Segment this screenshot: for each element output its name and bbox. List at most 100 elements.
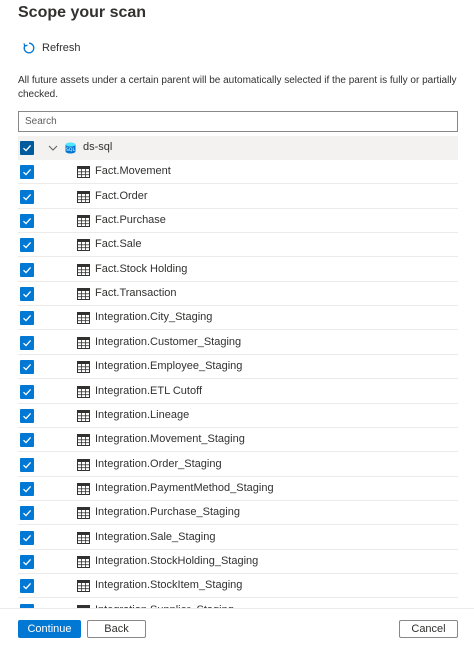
checkmark-icon: [23, 558, 32, 566]
checkmark-icon: [23, 266, 32, 274]
tree-root-label: ds-sql: [83, 141, 113, 153]
refresh-icon: [23, 42, 35, 54]
table-icon: [77, 531, 90, 544]
refresh-button[interactable]: Refresh: [22, 40, 81, 56]
item-checkbox[interactable]: [20, 262, 34, 277]
item-checkbox[interactable]: [20, 311, 34, 326]
item-checkbox[interactable]: [20, 408, 34, 423]
tree-item-row: Integration.Employee_Staging: [18, 355, 458, 380]
refresh-label: Refresh: [42, 42, 81, 54]
tree-item-label: Integration.City_Staging: [95, 311, 213, 324]
tree-root-row: SQL ds-sql: [18, 136, 458, 160]
svg-text:SQL: SQL: [66, 147, 75, 153]
sql-database-icon: SQL: [65, 142, 76, 154]
tree-item-label: Fact.Purchase: [95, 214, 166, 227]
back-button[interactable]: Back: [87, 620, 146, 638]
tree-item-label: Integration.StockItem_Staging: [95, 579, 243, 592]
tree-item-row: Integration.Sale_Staging: [18, 526, 458, 550]
scope-description: All future assets under a certain parent…: [18, 75, 457, 100]
tree-item-label: Integration.Purchase_Staging: [95, 506, 240, 519]
tree-item-row: Integration.Customer_Staging: [18, 331, 458, 355]
checkmark-icon: [23, 388, 32, 396]
tree-item-row: Integration.StockHolding_Staging: [18, 550, 458, 574]
checkmark-icon: [23, 485, 32, 493]
table-icon: [77, 507, 90, 520]
scope-scan-panel: Scope your scan Refresh All future asset…: [0, 0, 474, 648]
tree-item-row: Fact.Movement: [18, 160, 458, 185]
checkmark-icon: [23, 412, 32, 420]
checkmark-icon: [23, 534, 32, 542]
item-checkbox[interactable]: [20, 165, 34, 180]
table-icon: [77, 288, 90, 301]
item-checkbox[interactable]: [20, 530, 34, 545]
tree-item-row: Fact.Purchase: [18, 209, 458, 234]
table-icon: [77, 458, 90, 471]
item-checkbox[interactable]: [20, 287, 34, 302]
item-checkbox[interactable]: [20, 214, 34, 229]
item-checkbox[interactable]: [20, 384, 34, 399]
tree-item-label: Fact.Order: [95, 189, 148, 202]
table-icon: [77, 555, 90, 568]
tree-item-label: Integration.Order_Staging: [95, 457, 222, 470]
search-input[interactable]: [18, 111, 458, 132]
tree-item-label: Integration.Customer_Staging: [95, 335, 242, 348]
checkmark-icon: [23, 510, 32, 517]
item-checkbox[interactable]: [20, 360, 34, 375]
tree-item-label: Integration.PaymentMethod_Staging: [95, 481, 274, 494]
tree-item-row: Integration.Order_Staging: [18, 453, 458, 477]
footer-divider: [0, 608, 474, 609]
table-icon: [77, 580, 90, 593]
table-icon: [77, 361, 90, 374]
tree-item-label: Integration.Employee_Staging: [95, 360, 243, 373]
item-checkbox[interactable]: [20, 506, 34, 521]
tree-item-row: Integration.Lineage: [18, 404, 458, 428]
table-icon: [77, 263, 90, 276]
cancel-button[interactable]: Cancel: [399, 620, 458, 638]
table-icon: [77, 166, 90, 179]
checkmark-icon: [23, 583, 32, 590]
item-checkbox[interactable]: [20, 189, 34, 204]
tree-item-row: Integration.StockItem_Staging: [18, 574, 458, 599]
asset-tree: SQL ds-sql Fact.Movement Fact.Order Fact.P…: [18, 136, 458, 608]
item-checkbox[interactable]: [20, 579, 34, 594]
tree-item-row: Fact.Transaction: [18, 282, 458, 307]
checkmark-icon: [23, 169, 32, 176]
tree-item-row: Integration.Purchase_Staging: [18, 501, 458, 526]
table-icon: [77, 215, 90, 228]
tree-item-row: Integration.City_Staging: [18, 306, 458, 331]
root-checkbox[interactable]: [20, 141, 34, 155]
table-icon: [77, 482, 90, 495]
checkmark-icon: [23, 144, 32, 152]
tree-item-row: Integration.Supplier_Staging: [18, 599, 458, 608]
tree-item-label: Integration.StockHolding_Staging: [95, 554, 259, 567]
table-icon: [77, 409, 90, 422]
page-title: Scope your scan: [18, 4, 147, 21]
item-checkbox[interactable]: [20, 335, 34, 350]
table-icon: [77, 312, 90, 325]
item-checkbox[interactable]: [20, 554, 34, 569]
tree-item-label: Fact.Stock Holding: [95, 262, 188, 275]
item-checkbox[interactable]: [20, 238, 34, 253]
item-checkbox[interactable]: [20, 457, 34, 472]
tree-item-label: Fact.Sale: [95, 238, 142, 251]
tree-item-row: Fact.Stock Holding: [18, 258, 458, 282]
checkmark-icon: [23, 291, 32, 298]
chevron-down-icon[interactable]: [48, 143, 58, 153]
item-checkbox[interactable]: [20, 433, 34, 448]
checkmark-icon: [23, 242, 32, 249]
checkmark-icon: [23, 364, 32, 371]
table-icon: [77, 434, 90, 447]
item-checkbox[interactable]: [20, 481, 34, 496]
tree-item-label: Integration.ETL Cutoff: [95, 384, 203, 397]
continue-button[interactable]: Continue: [18, 620, 81, 638]
table-icon: [77, 385, 90, 398]
checkmark-icon: [23, 437, 32, 444]
checkmark-icon: [23, 339, 32, 347]
tree-item-row: Fact.Order: [18, 185, 458, 209]
table-icon: [77, 336, 90, 349]
tree-item-label: Fact.Movement: [95, 165, 171, 178]
tree-item-label: Integration.Lineage: [95, 408, 190, 421]
table-icon: [77, 239, 90, 252]
tree-item-row: Integration.ETL Cutoff: [18, 380, 458, 404]
tree-item-label: Fact.Transaction: [95, 287, 177, 300]
